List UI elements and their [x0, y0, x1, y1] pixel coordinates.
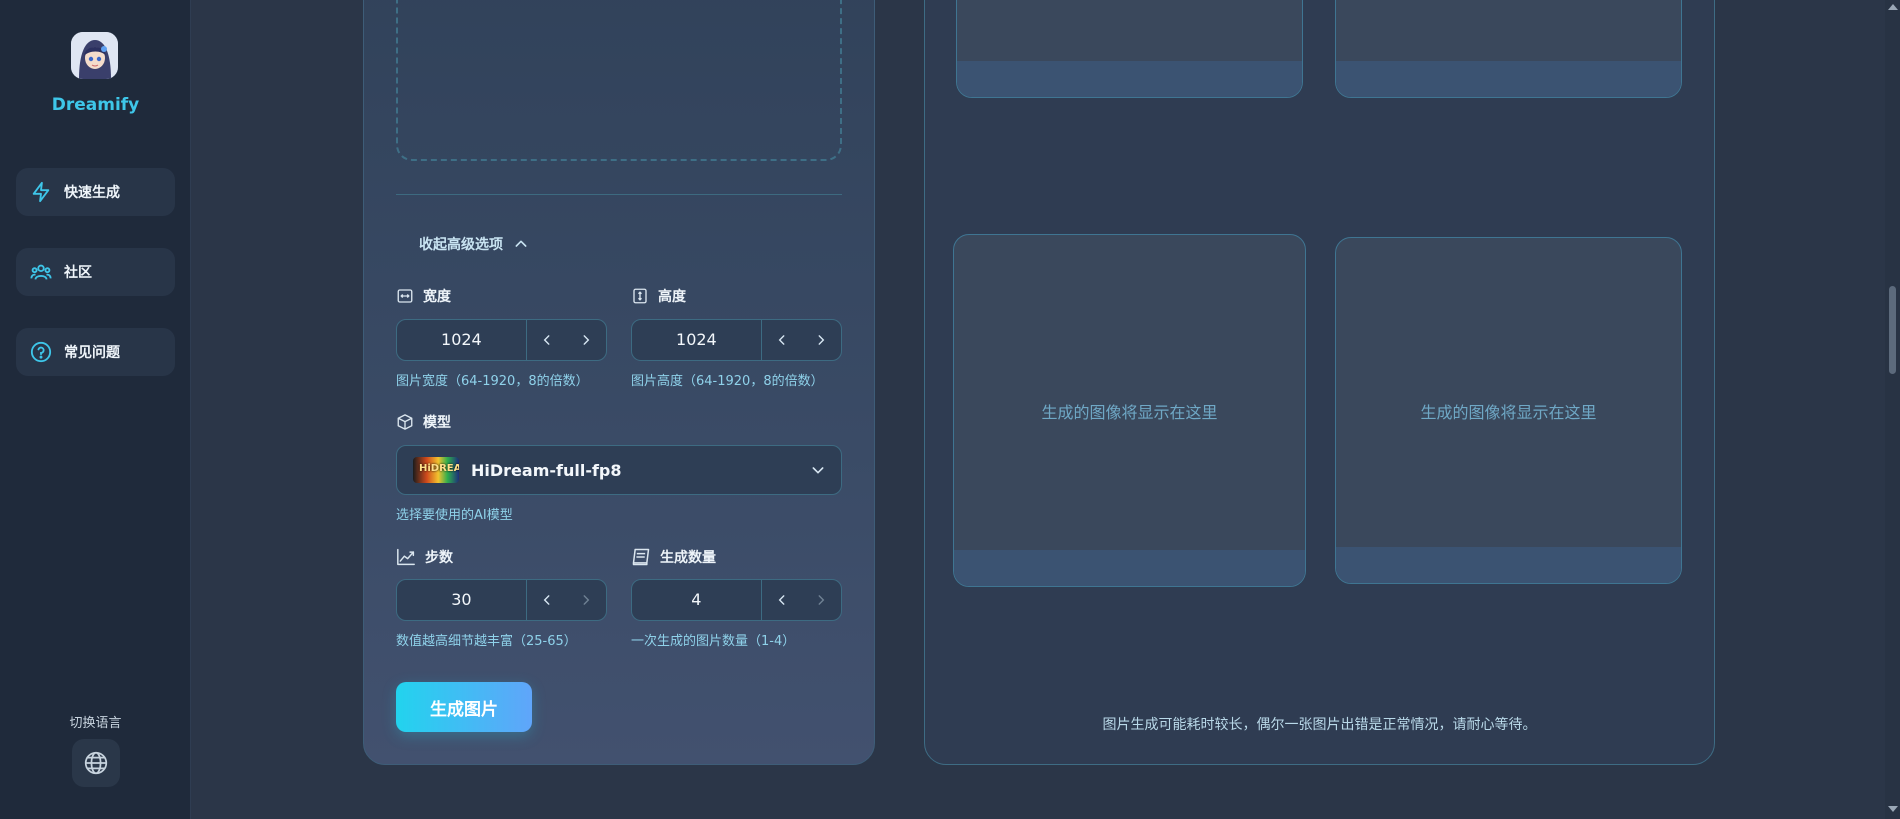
height-icon: [633, 288, 647, 304]
language-switch-label: 切换语言: [69, 716, 122, 731]
chevron-down-icon: [812, 467, 824, 474]
steps-input[interactable]: 30: [397, 580, 527, 620]
globe-icon: [84, 751, 108, 775]
count-decrement-button[interactable]: [762, 580, 802, 620]
chevron-right-icon: [583, 335, 590, 345]
chevron-up-icon: [515, 240, 527, 247]
sidebar-item-label: 常见问题: [64, 345, 120, 361]
card-footer-strip: [954, 550, 1305, 586]
generation-notice: 图片生成可能耗时较长，偶尔一张图片出错是正常情况，请耐心等待。: [1102, 717, 1537, 733]
steps-label-row: 步数: [396, 547, 453, 567]
width-label: 宽度: [423, 289, 451, 305]
height-input[interactable]: 1024: [632, 320, 762, 360]
chevron-left-icon: [778, 335, 785, 345]
sidebar-item-label: 社区: [64, 265, 92, 281]
model-hint: 选择要使用的AI模型: [396, 508, 513, 523]
layers-icon: [632, 548, 650, 566]
width-input[interactable]: 1024: [397, 320, 527, 360]
model-selected-value: HiDream-full-fp8: [471, 460, 622, 480]
image-placeholder-text: 生成的图像将显示在这里: [1041, 402, 1218, 422]
image-placeholder-card[interactable]: [956, 0, 1303, 98]
chart-trend-icon: [397, 548, 415, 566]
sidebar-item-faq[interactable]: 常见问题: [16, 328, 175, 376]
avatar-illustration-icon: [71, 32, 118, 79]
model-select[interactable]: HiDREAM HiDream-full-fp8: [396, 445, 842, 495]
steps-decrement-button[interactable]: [527, 580, 567, 620]
image-placeholder-text: 生成的图像将显示在这里: [1420, 402, 1597, 422]
users-icon: [30, 264, 52, 280]
advanced-options-toggle[interactable]: 收起高级选项: [419, 234, 529, 254]
model-thumbnail: HiDREAM: [413, 457, 459, 483]
chevron-right-icon: [583, 595, 590, 605]
sidebar-item-label: 快速生成: [64, 185, 120, 201]
count-label-row: 生成数量: [631, 547, 716, 567]
width-increment-button[interactable]: [566, 320, 606, 360]
question-icon: [30, 341, 52, 363]
scrollbar-thumb[interactable]: [1889, 286, 1896, 374]
sidebar-item-community[interactable]: 社区: [16, 248, 175, 296]
height-stepper[interactable]: 1024: [631, 319, 842, 361]
model-thumbnail-text: HiDREAM: [419, 463, 459, 474]
card-footer-strip: [1336, 547, 1681, 583]
card-footer-strip: [957, 61, 1302, 97]
count-input[interactable]: 4: [632, 580, 762, 620]
count-stepper[interactable]: 4: [631, 579, 842, 621]
width-stepper[interactable]: 1024: [396, 319, 607, 361]
card-footer-strip: [1336, 61, 1681, 97]
width-hint: 图片宽度（64-1920，8的倍数）: [396, 374, 589, 389]
height-decrement-button[interactable]: [762, 320, 802, 360]
model-label-row: 模型: [396, 412, 451, 432]
sidebar: Dreamify 快速生成 社区 常见问题 切换语言: [0, 0, 191, 819]
brand-name: Dreamify: [51, 95, 140, 115]
count-label: 生成数量: [660, 550, 716, 566]
image-placeholder-card[interactable]: [1335, 0, 1682, 98]
count-increment-button[interactable]: [801, 580, 841, 620]
count-hint: 一次生成的图片数量（1-4）: [631, 634, 796, 649]
chevron-right-icon: [818, 335, 825, 345]
section-divider: [396, 194, 842, 195]
steps-hint: 数值越高细节越丰富（25-65）: [396, 634, 577, 649]
height-hint: 图片高度（64-1920，8的倍数）: [631, 374, 824, 389]
height-label: 高度: [658, 289, 686, 305]
chevron-left-icon: [543, 595, 550, 605]
scroll-down-arrow-icon[interactable]: [1888, 806, 1898, 812]
generate-button[interactable]: 生成图片: [396, 682, 532, 732]
height-label-row: 高度: [631, 286, 686, 306]
chevron-left-icon: [543, 335, 550, 345]
steps-label: 步数: [425, 550, 453, 566]
page-scrollbar[interactable]: [1885, 0, 1900, 819]
height-increment-button[interactable]: [801, 320, 841, 360]
width-icon: [397, 289, 413, 303]
chevron-right-icon: [818, 595, 825, 605]
model-label: 模型: [423, 415, 451, 431]
scroll-up-arrow-icon[interactable]: [1888, 4, 1898, 10]
steps-stepper[interactable]: 30: [396, 579, 607, 621]
lightning-icon: [32, 181, 50, 203]
image-placeholder-card[interactable]: 生成的图像将显示在这里: [1335, 237, 1682, 584]
width-decrement-button[interactable]: [527, 320, 567, 360]
language-switch-button[interactable]: [72, 739, 120, 787]
sidebar-item-quick-generate[interactable]: 快速生成: [16, 168, 175, 216]
logo-avatar[interactable]: [71, 32, 118, 79]
chevron-left-icon: [778, 595, 785, 605]
image-upload-dropzone[interactable]: [396, 0, 842, 161]
width-label-row: 宽度: [396, 286, 451, 306]
image-placeholder-card[interactable]: 生成的图像将显示在这里: [953, 234, 1306, 587]
cube-icon: [397, 414, 413, 430]
advanced-options-label: 收起高级选项: [419, 237, 503, 253]
steps-increment-button[interactable]: [566, 580, 606, 620]
